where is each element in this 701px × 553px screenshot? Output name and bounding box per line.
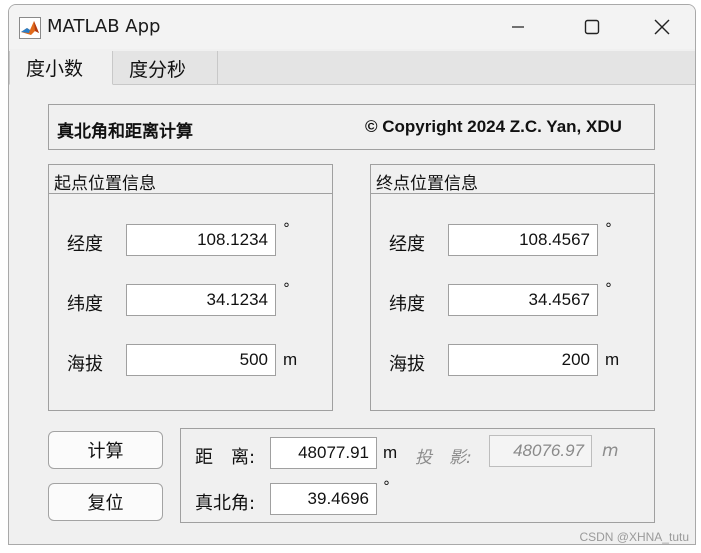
meter-unit: m xyxy=(602,441,619,461)
end-latitude-label: 纬度 xyxy=(389,294,425,315)
end-latitude-input[interactable]: 34.4567 xyxy=(448,284,598,316)
distance-label: 距 离: xyxy=(195,447,256,468)
results-panel: 距 离: 48077.91 m 投 影: 48076.97 m 真北角: 39.… xyxy=(180,428,655,523)
compute-button[interactable]: 计算 xyxy=(48,431,163,469)
true-north-output: 39.4696 xyxy=(270,483,377,515)
close-button[interactable] xyxy=(627,5,695,49)
header-panel: 真北角和距离计算 © Copyright 2024 Z.C. Yan, XDU xyxy=(48,104,655,150)
tab-dms[interactable]: 度分秒 xyxy=(113,51,218,85)
start-altitude-label: 海拔 xyxy=(67,354,103,375)
start-altitude-input[interactable]: 500 xyxy=(126,344,276,376)
reset-button[interactable]: 复位 xyxy=(48,483,163,521)
maximize-icon xyxy=(584,19,600,35)
copyright-text: © Copyright 2024 Z.C. Yan, XDU xyxy=(365,117,622,136)
degree-unit: ° xyxy=(283,281,290,297)
close-icon xyxy=(654,19,670,35)
minimize-icon xyxy=(512,26,524,28)
end-position-panel: 终点位置信息 经度 108.4567 ° 纬度 34.4567 ° 海拔 200… xyxy=(370,164,655,411)
app-heading: 真北角和距离计算 xyxy=(57,122,193,142)
start-longitude-input[interactable]: 108.1234 xyxy=(126,224,276,256)
matlab-icon xyxy=(19,17,41,39)
start-latitude-input[interactable]: 34.1234 xyxy=(126,284,276,316)
degree-unit: ° xyxy=(605,221,612,237)
projection-output: 48076.97 xyxy=(489,435,592,467)
meter-unit: m xyxy=(383,443,398,462)
distance-output: 48077.91 xyxy=(270,437,377,469)
start-latitude-label: 纬度 xyxy=(67,294,103,315)
tab-decimal-degrees[interactable]: 度小数 xyxy=(9,51,113,85)
tab-content: 真北角和距离计算 © Copyright 2024 Z.C. Yan, XDU … xyxy=(9,85,695,544)
end-altitude-label: 海拔 xyxy=(389,354,425,375)
minimize-button[interactable] xyxy=(483,5,553,49)
start-position-panel: 起点位置信息 经度 108.1234 ° 纬度 34.1234 ° 海拔 500… xyxy=(48,164,333,411)
meter-unit: m xyxy=(283,350,298,369)
end-altitude-input[interactable]: 200 xyxy=(448,344,598,376)
app-window: MATLAB App 度小数 度分秒 真北角和距离计算 © Copyright … xyxy=(8,4,696,545)
meter-unit: m xyxy=(605,350,620,369)
degree-unit: ° xyxy=(283,221,290,237)
window-title: MATLAB App xyxy=(47,16,161,37)
title-bar: MATLAB App xyxy=(9,5,695,49)
start-longitude-label: 经度 xyxy=(67,234,103,255)
end-longitude-label: 经度 xyxy=(389,234,425,255)
degree-unit: ° xyxy=(383,479,390,495)
degree-unit: ° xyxy=(605,281,612,297)
divider xyxy=(49,193,332,194)
watermark-text: CSDN @XHNA_tutu xyxy=(579,530,689,544)
end-longitude-input[interactable]: 108.4567 xyxy=(448,224,598,256)
true-north-label: 真北角: xyxy=(195,493,256,514)
end-panel-title: 终点位置信息 xyxy=(376,174,478,194)
divider xyxy=(371,193,654,194)
tab-bar: 度小数 度分秒 xyxy=(9,51,695,85)
start-panel-title: 起点位置信息 xyxy=(54,174,156,194)
maximize-button[interactable] xyxy=(557,5,627,49)
projection-label: 投 影: xyxy=(415,448,472,468)
